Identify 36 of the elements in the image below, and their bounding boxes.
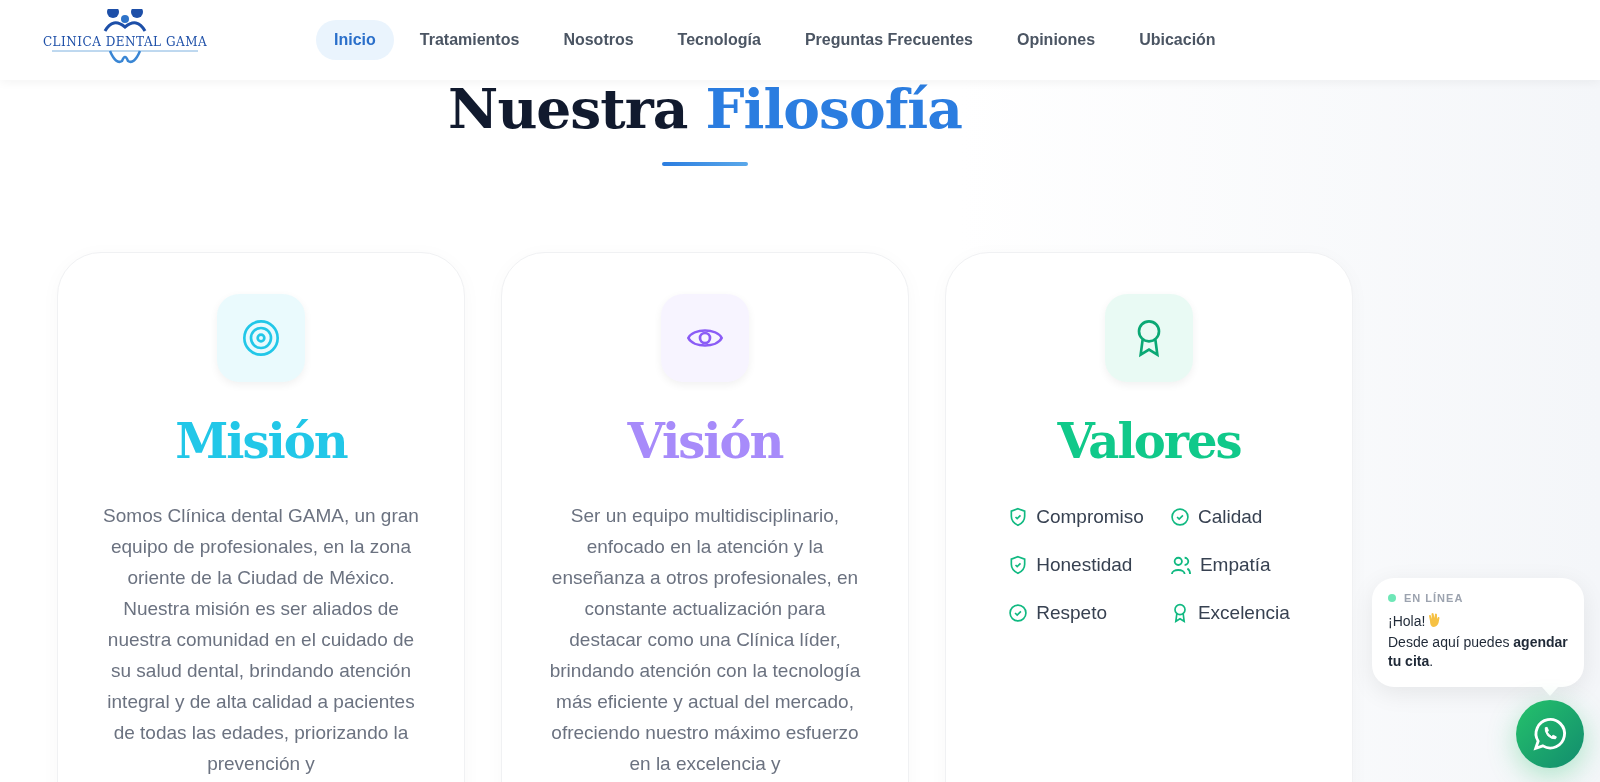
chat-message: Desde aquí puedes agendar tu cita. [1388, 633, 1568, 671]
whatsapp-icon [1531, 715, 1569, 753]
nav-link[interactable]: Nosotros [545, 20, 652, 60]
nav-link[interactable]: Ubicación [1121, 20, 1234, 60]
waving-hand-icon [1427, 612, 1442, 628]
value-label: Excelencia [1197, 602, 1290, 624]
status-dot-icon [1388, 594, 1396, 602]
users-icon [1169, 555, 1192, 575]
section-title-accent: Filosofía [705, 76, 962, 141]
nav-link[interactable]: Tratamientos [401, 20, 538, 60]
target-icon [241, 318, 281, 358]
check-circle-icon [1169, 507, 1190, 527]
chat-bubble[interactable]: EN LÍNEA ¡Hola! Desde aquí puedes agendar tu cita. [1372, 578, 1584, 687]
card-paragraph: Somos Clínica dental GAMA, un gran equipo de profesionales, en la zona oriente de la Ciudad de México. Nuestra misión es ser aliados de nuestra comunidad en el cuidado de su salud dental, brindando atención integral y de alta calidad a pacientes de todas las edades, priorizando la prevención y [103, 504, 419, 776]
chat-status: EN LÍNEA [1404, 592, 1464, 604]
logo-text: CLINICA DENTAL GAMA [42, 35, 208, 49]
card-title: Valores [1057, 412, 1241, 471]
nav-link[interactable]: Preguntas Frecuentes [786, 20, 991, 60]
whatsapp-button[interactable] [1516, 700, 1584, 768]
check-circle-icon [1008, 603, 1029, 623]
value-label: Empatía [1199, 554, 1271, 576]
nav-link[interactable]: Opiniones [998, 20, 1114, 60]
value-label: Calidad [1197, 506, 1263, 528]
card-title: Misión [175, 412, 347, 471]
shield-check-icon [1008, 507, 1029, 527]
chat-greeting: ¡Hola! [1388, 613, 1426, 629]
value-label: Compromiso [1036, 506, 1144, 528]
section-title: Nuestra [448, 76, 688, 141]
value-label: Honestidad [1036, 554, 1133, 576]
value-label: Respeto [1036, 602, 1107, 624]
shield-check-icon [1008, 555, 1029, 575]
tooth-root-icon [50, 49, 200, 65]
nav-link[interactable]: Inicio [316, 20, 394, 60]
card-paragraph: Ser un equipo multidisciplinario, enfocado en la atención y la enseñanza a otros profesionales, en constante actualización para destacar como una Clínica líder, brindando atención con la tecnología más eficiente y actual del mercado, ofreciendo nuestro máximo esfuerzo en la excelencia y [548, 504, 862, 776]
nav-link[interactable]: Tecnología [659, 20, 779, 60]
card-title: Visión [627, 412, 783, 471]
